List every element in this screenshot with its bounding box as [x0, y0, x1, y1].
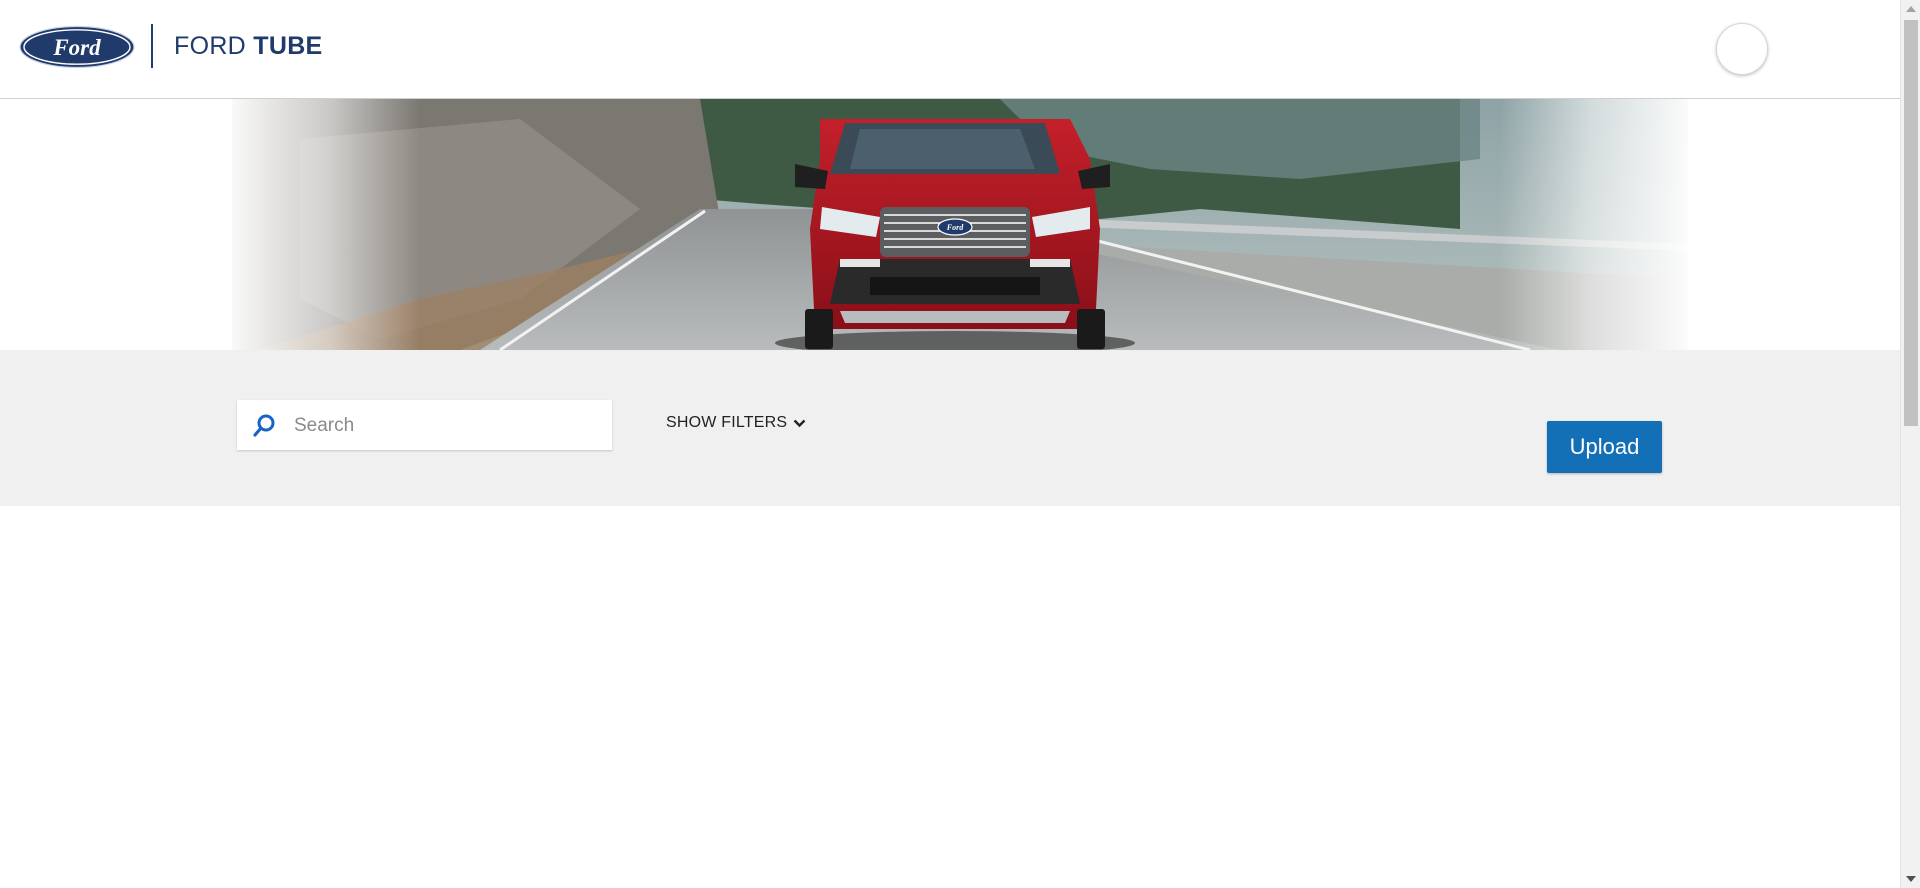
show-filters-toggle[interactable]: SHOW FILTERS: [666, 414, 806, 432]
scroll-up-arrow-icon[interactable]: [1906, 6, 1916, 12]
page-scrollbar[interactable]: [1900, 0, 1920, 888]
hero-banner: Ford: [0, 99, 1900, 350]
brand-title-bold: TUBE: [253, 32, 323, 60]
user-avatar-button[interactable]: [1716, 23, 1768, 75]
logo-divider: [151, 24, 153, 68]
chevron-down-icon: [793, 419, 806, 427]
scroll-down-arrow-icon[interactable]: [1906, 876, 1916, 882]
scroll-thumb[interactable]: [1904, 20, 1918, 426]
brand-title[interactable]: FORD TUBE: [174, 32, 323, 61]
site-header: Ford FORD TUBE: [0, 0, 1900, 99]
ford-logo-text: Ford: [52, 35, 101, 60]
upload-button[interactable]: Upload: [1547, 421, 1662, 473]
ford-logo[interactable]: Ford: [18, 25, 136, 69]
show-filters-label: SHOW FILTERS: [666, 414, 788, 431]
search-toolbar: SHOW FILTERS Upload: [0, 350, 1900, 506]
search-input[interactable]: [292, 400, 596, 452]
grille-badge-text: Ford: [946, 223, 964, 232]
hero-image: Ford: [0, 99, 1900, 350]
search-icon[interactable]: [251, 413, 277, 439]
search-field[interactable]: [237, 400, 612, 452]
brand-title-light: FORD: [174, 32, 254, 60]
